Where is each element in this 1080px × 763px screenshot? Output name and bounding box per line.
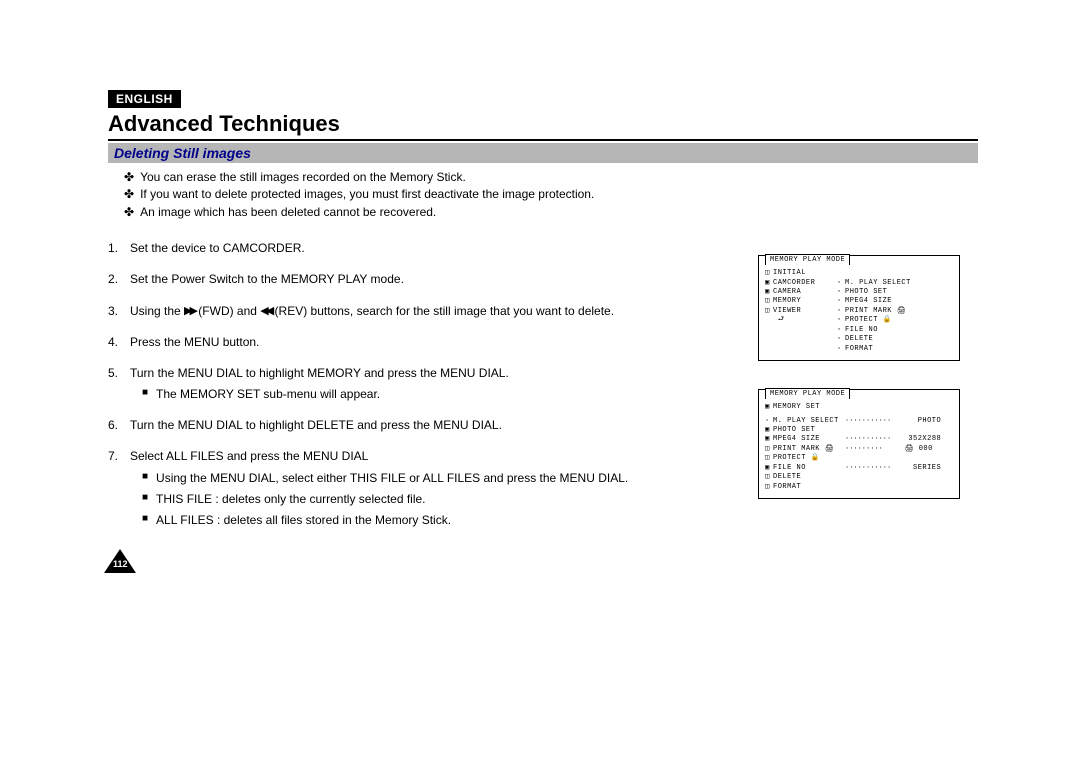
step-number: 7. (108, 447, 124, 530)
step-number: 4. (108, 333, 124, 352)
page-title: Advanced Techniques (108, 111, 978, 137)
rewind-icon: ◀◀ (260, 303, 271, 321)
print-icon: 🖨 (825, 445, 834, 453)
bullet-icon: ✤ (124, 204, 134, 221)
step-text: Turn the MENU DIAL to highlight MEMORY a… (130, 364, 738, 383)
lcd-heading: MEMORY SET (773, 403, 820, 412)
print-icon: 🖨 (897, 307, 906, 315)
bullet-icon: ✤ (124, 186, 134, 203)
lock-icon: 🔒 (811, 454, 820, 462)
step-text: Turn the MENU DIAL to highlight DELETE a… (130, 416, 738, 435)
square-bullet-icon: ■ (142, 469, 148, 488)
step-text: Set the device to CAMCORDER. (130, 239, 738, 258)
fast-forward-icon: ▶▶ (184, 303, 195, 321)
intro-text: If you want to delete protected images, … (140, 186, 594, 203)
step-text: Press the MENU button. (130, 333, 738, 352)
intro-text: You can erase the still images recorded … (140, 169, 466, 186)
language-badge: ENGLISH (108, 90, 181, 108)
intro-text: An image which has been deleted cannot b… (140, 204, 436, 221)
step-number: 5. (108, 364, 124, 404)
step-text: Set the Power Switch to the MEMORY PLAY … (130, 270, 738, 289)
step-number: 1. (108, 239, 124, 258)
square-bullet-icon: ■ (142, 490, 148, 509)
step-text: Using the ▶▶ (FWD) and ◀◀ (REV) buttons,… (130, 302, 738, 321)
substep-text: Using the MENU DIAL, select either THIS … (156, 469, 628, 488)
square-bullet-icon: ■ (142, 511, 148, 530)
print-icon: 🖨 (905, 445, 914, 453)
manual-page: ENGLISH Advanced Techniques Deleting Sti… (0, 0, 1080, 763)
content-area: ENGLISH Advanced Techniques Deleting Sti… (108, 90, 978, 542)
title-divider (108, 139, 978, 141)
step-text: Select ALL FILES and press the MENU DIAL (130, 447, 738, 466)
step-number: 3. (108, 302, 124, 321)
substep-text: The MEMORY SET sub-menu will appear. (156, 385, 380, 404)
lock-icon: 🔒 (883, 316, 892, 324)
intro-list: ✤ You can erase the still images recorded… (108, 169, 978, 221)
page-number-badge: 112 (104, 549, 136, 573)
bullet-icon: ✤ (124, 169, 134, 186)
steps-column: 1. Set the device to CAMCORDER. 2. Set the… (108, 239, 738, 542)
illustrations-column: MEMORY PLAY MODE ◫INITIAL ▣CAMCORDER◦M. … (758, 239, 978, 542)
substep-text: ALL FILES : deletes all files stored in … (156, 511, 451, 530)
section-subtitle: Deleting Still images (108, 143, 978, 163)
substep-text: THIS FILE : deletes only the currently s… (156, 490, 425, 509)
step-number: 6. (108, 416, 124, 435)
square-bullet-icon: ■ (142, 385, 148, 404)
lcd-screen-2: MEMORY PLAY MODE ▣MEMORY SET ◦M. PLAY SE… (758, 389, 960, 499)
lcd-screen-1: MEMORY PLAY MODE ◫INITIAL ▣CAMCORDER◦M. … (758, 255, 960, 361)
lcd-tab: MEMORY PLAY MODE (765, 254, 850, 265)
lcd-tab: MEMORY PLAY MODE (765, 388, 850, 399)
step-number: 2. (108, 270, 124, 289)
page-number: 112 (113, 559, 128, 569)
return-icon: ⮐ (778, 316, 785, 324)
